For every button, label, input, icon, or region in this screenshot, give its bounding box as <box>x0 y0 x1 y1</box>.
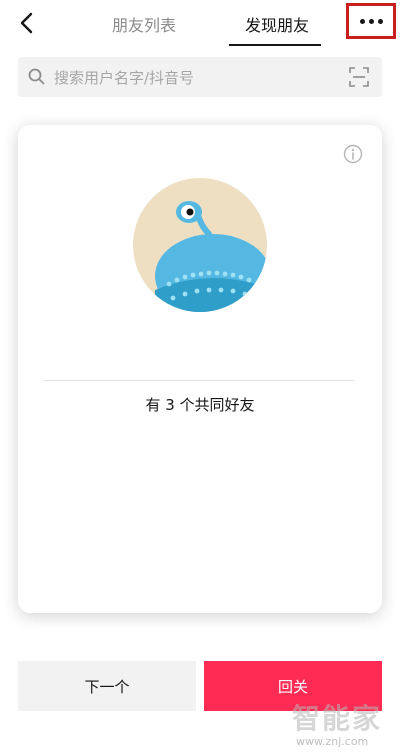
watermark-brand: 智能家 <box>292 702 383 735</box>
tab-friend-list[interactable]: 朋友列表 <box>112 12 176 36</box>
mutual-friends-text: 有 3 个共同好友 <box>145 396 255 414</box>
top-nav: 朋友列表 发现朋友 <box>0 0 400 48</box>
search-input[interactable]: 搜索用户名字/抖音号 <box>18 57 382 97</box>
search-icon <box>28 68 45 85</box>
info-icon[interactable] <box>343 144 363 164</box>
more-dot <box>368 18 374 24</box>
avatar[interactable] <box>133 178 267 312</box>
more-button[interactable] <box>346 3 396 39</box>
divider <box>44 380 355 381</box>
more-horizontal-icon <box>359 18 365 24</box>
back-button[interactable] <box>12 8 40 38</box>
active-tab-indicator <box>229 44 321 46</box>
recommended-user-card: 有 3 个共同好友 <box>18 125 382 613</box>
scan-icon[interactable] <box>349 67 369 87</box>
search-placeholder: 搜索用户名字/抖音号 <box>54 69 195 87</box>
chevron-left-icon <box>20 12 33 34</box>
next-button[interactable]: 下一个 <box>18 661 196 711</box>
tab-discover-friends[interactable]: 发现朋友 <box>245 12 309 36</box>
more-dot <box>377 18 383 24</box>
watermark-url: www.znj.com <box>296 735 369 748</box>
